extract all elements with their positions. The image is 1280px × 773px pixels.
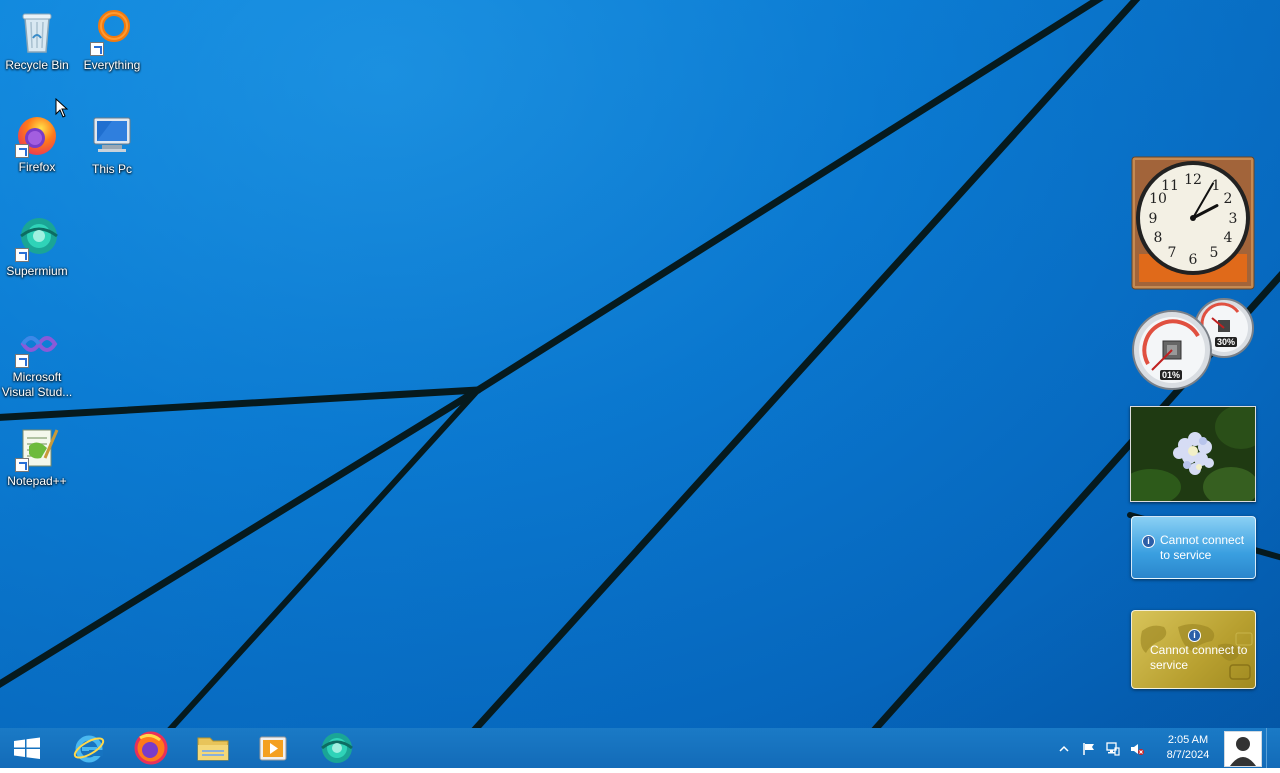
mouse-pointer-icon — [55, 98, 69, 118]
supermium-icon — [13, 214, 61, 262]
desktop-icon-label: Supermium — [6, 264, 68, 278]
memory-usage-readout: 30% — [1215, 337, 1238, 347]
cpu-gauge-icon — [1132, 298, 1254, 390]
desktop-icon-label: Notepad++ — [7, 474, 67, 488]
taskbar: 2:05 AM 8/7/2024 — [0, 728, 1280, 768]
show-desktop-button[interactable] — [1266, 728, 1280, 768]
taskbar-file-explorer[interactable] — [184, 728, 242, 768]
start-button[interactable] — [0, 728, 54, 768]
network-icon[interactable] — [1106, 742, 1120, 756]
windows-logo-icon — [14, 737, 40, 759]
svg-text:6: 6 — [1189, 252, 1198, 268]
desktop-icon-label: Microsoft Visual Stud... — [1, 370, 73, 399]
internet-explorer-icon — [73, 735, 105, 763]
cpu-meter-gadget[interactable]: 01% 30% — [1130, 298, 1256, 390]
svg-text:4: 4 — [1224, 230, 1233, 246]
taskbar-internet-explorer[interactable] — [60, 728, 118, 768]
desktop-icon-label: Firefox — [18, 160, 56, 174]
desktop-icon-label: This Pc — [91, 162, 132, 176]
taskbar-clock[interactable]: 2:05 AM 8/7/2024 — [1155, 733, 1221, 763]
svg-text:11: 11 — [1161, 178, 1179, 194]
svg-text:1: 1 — [1212, 178, 1221, 194]
user-avatar-icon — [1230, 737, 1256, 766]
desktop-icon-recycle-bin[interactable]: Recycle Bin — [0, 8, 74, 73]
shortcut-arrow-icon — [90, 42, 104, 56]
clock-gadget[interactable]: 12 1 2 3 4 5 6 7 8 9 10 11 — [1131, 156, 1255, 290]
desktop-icon-visual-studio[interactable]: Microsoft Visual Stud... — [0, 320, 74, 400]
info-icon: i — [1142, 535, 1155, 548]
desktop-icon-label: Recycle Bin — [5, 58, 69, 72]
supermium-icon — [321, 733, 353, 763]
show-hidden-icons-chevron-icon[interactable] — [1058, 742, 1070, 754]
svg-text:3: 3 — [1229, 211, 1238, 227]
svg-text:9: 9 — [1149, 211, 1158, 227]
currency-gadget[interactable]: i Cannot connect to service — [1131, 610, 1256, 689]
shortcut-arrow-icon — [15, 354, 29, 368]
svg-text:7: 7 — [1168, 245, 1177, 261]
file-explorer-icon — [197, 737, 229, 761]
currency-error-message: Cannot connect to service — [1150, 643, 1248, 672]
svg-text:8: 8 — [1154, 230, 1163, 246]
visual-studio-icon — [13, 320, 61, 368]
weather-error-message: Cannot connect to service — [1160, 533, 1245, 562]
recycle-bin-icon — [13, 8, 61, 56]
volume-muted-icon[interactable] — [1130, 742, 1144, 755]
cpu-usage-readout: 01% — [1160, 370, 1183, 380]
media-player-icon — [259, 736, 287, 761]
weather-gadget[interactable]: i Cannot connect to service — [1131, 516, 1256, 579]
svg-text:2: 2 — [1224, 191, 1233, 207]
clock-time: 2:05 AM — [1167, 734, 1209, 746]
clock-face-icon: 12 1 2 3 4 5 6 7 8 9 10 11 — [1131, 156, 1255, 290]
action-center-flag-icon[interactable] — [1082, 742, 1094, 755]
svg-text:5: 5 — [1210, 245, 1219, 261]
clock-date: 8/7/2024 — [1166, 749, 1210, 761]
svg-text:12: 12 — [1184, 172, 1202, 188]
notepadpp-icon — [13, 424, 61, 472]
firefox-icon — [134, 731, 168, 765]
desktop-icon-supermium[interactable]: Supermium — [0, 214, 74, 279]
desktop-icon-notepadpp[interactable]: Notepad++ — [0, 424, 74, 489]
taskbar-firefox[interactable] — [122, 728, 180, 768]
taskbar-supermium[interactable] — [308, 728, 366, 768]
desktop-icon-label: Everything — [83, 58, 141, 72]
taskbar-media-player[interactable] — [244, 728, 302, 768]
everything-search-icon — [88, 8, 136, 56]
user-avatar[interactable] — [1224, 731, 1262, 767]
info-icon: i — [1188, 629, 1201, 642]
desktop-icon-this-pc[interactable]: This Pc — [75, 112, 149, 177]
desktop[interactable]: Recycle Bin Everything Firefox This Pc S… — [0, 0, 1280, 728]
slideshow-photo — [1131, 407, 1255, 501]
desktop-icon-firefox[interactable]: Firefox — [0, 110, 74, 175]
shortcut-arrow-icon — [15, 248, 29, 262]
wallpaper-lines — [0, 0, 1280, 728]
slideshow-gadget[interactable] — [1130, 406, 1256, 502]
this-pc-icon — [88, 112, 136, 160]
shortcut-arrow-icon — [15, 458, 29, 472]
shortcut-arrow-icon — [15, 144, 29, 158]
desktop-icon-everything[interactable]: Everything — [75, 8, 149, 73]
firefox-icon — [13, 110, 61, 158]
